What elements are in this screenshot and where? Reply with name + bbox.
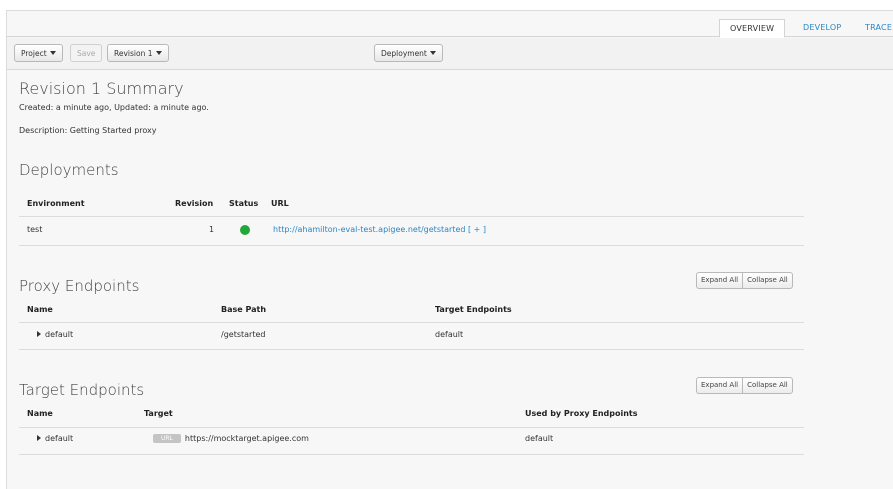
tab-develop[interactable]: DEVELOP xyxy=(793,19,851,38)
target-expand-collapse-group: Expand All Collapse All xyxy=(696,377,793,394)
tab-bar: OVERVIEW DEVELOP TRACE xyxy=(7,11,893,38)
used-by-cell: default xyxy=(525,434,554,443)
save-button[interactable]: Save xyxy=(70,44,103,62)
chevron-down-icon xyxy=(429,51,436,55)
target-endpoints-cell: default xyxy=(435,330,464,339)
proxy-endpoint-name-cell[interactable]: default xyxy=(37,330,73,339)
tab-trace[interactable]: TRACE xyxy=(855,19,893,38)
column-header-name: Name xyxy=(27,305,53,314)
url-badge: URL xyxy=(153,434,181,443)
proxy-expand-all-button[interactable]: Expand All xyxy=(696,272,743,289)
status-ok-icon xyxy=(240,225,250,235)
column-header-target: Target xyxy=(144,409,173,418)
table-divider xyxy=(19,427,804,428)
proxy-endpoints-heading: Proxy Endpoints xyxy=(19,277,140,295)
revision-label: Revision 1 xyxy=(114,49,153,58)
deployment-dropdown-button[interactable]: Deployment xyxy=(374,44,443,62)
chevron-down-icon xyxy=(49,51,56,55)
chevron-down-icon xyxy=(155,51,162,55)
target-cell: URL https://mocktarget.apigee.com xyxy=(153,434,309,443)
target-url: https://mocktarget.apigee.com xyxy=(184,434,309,443)
table-divider xyxy=(19,454,804,455)
caret-right-icon[interactable] xyxy=(37,435,41,441)
toolbar: Project Save Revision 1 Deployment xyxy=(7,38,893,70)
proxy-endpoint-name: default xyxy=(45,330,74,339)
overview-content: Revision 1 Summary Created: a minute ago… xyxy=(7,71,893,489)
table-divider xyxy=(19,216,804,217)
target-endpoint-name-cell[interactable]: default xyxy=(37,434,73,443)
environment-cell: test xyxy=(27,225,43,234)
column-header-url: URL xyxy=(271,199,289,208)
app-frame: OVERVIEW DEVELOP TRACE Project Save Revi… xyxy=(6,10,893,489)
created-updated-text: Created: a minute ago, Updated: a minute… xyxy=(19,103,209,112)
column-header-environment: Environment xyxy=(27,199,85,208)
column-header-used-by: Used by Proxy Endpoints xyxy=(525,409,638,418)
target-endpoints-heading: Target Endpoints xyxy=(19,381,145,399)
column-header-status: Status xyxy=(229,199,259,208)
description-text: Description: Getting Started proxy xyxy=(19,126,157,135)
target-expand-all-button[interactable]: Expand All xyxy=(696,377,743,394)
target-collapse-all-button[interactable]: Collapse All xyxy=(742,377,793,394)
proxy-collapse-all-button[interactable]: Collapse All xyxy=(742,272,793,289)
revision-dropdown-button[interactable]: Revision 1 xyxy=(107,44,169,62)
column-header-revision: Revision xyxy=(175,199,214,208)
column-header-base-path: Base Path xyxy=(221,305,267,314)
target-endpoint-name: default xyxy=(45,434,74,443)
column-header-name: Name xyxy=(27,409,53,418)
caret-right-icon[interactable] xyxy=(37,331,41,337)
proxy-expand-collapse-group: Expand All Collapse All xyxy=(696,272,793,289)
project-label: Project xyxy=(21,49,47,58)
table-divider xyxy=(19,349,804,350)
deployments-heading: Deployments xyxy=(19,161,119,179)
add-deployment-link[interactable]: [ + ] xyxy=(468,225,486,234)
url-cell: http://ahamilton-eval-test.apigee.net/ge… xyxy=(273,225,486,234)
deployment-label: Deployment xyxy=(381,49,427,58)
revision-cell: 1 xyxy=(209,225,215,234)
table-divider xyxy=(19,245,804,246)
table-divider xyxy=(19,322,804,323)
project-dropdown-button[interactable]: Project xyxy=(14,44,63,62)
tab-overview[interactable]: OVERVIEW xyxy=(719,19,786,38)
deployment-url-link[interactable]: http://ahamilton-eval-test.apigee.net/ge… xyxy=(273,225,465,234)
base-path-cell: /getstarted xyxy=(221,330,266,339)
page-title: Revision 1 Summary xyxy=(19,79,184,98)
column-header-target-endpoints: Target Endpoints xyxy=(435,305,512,314)
